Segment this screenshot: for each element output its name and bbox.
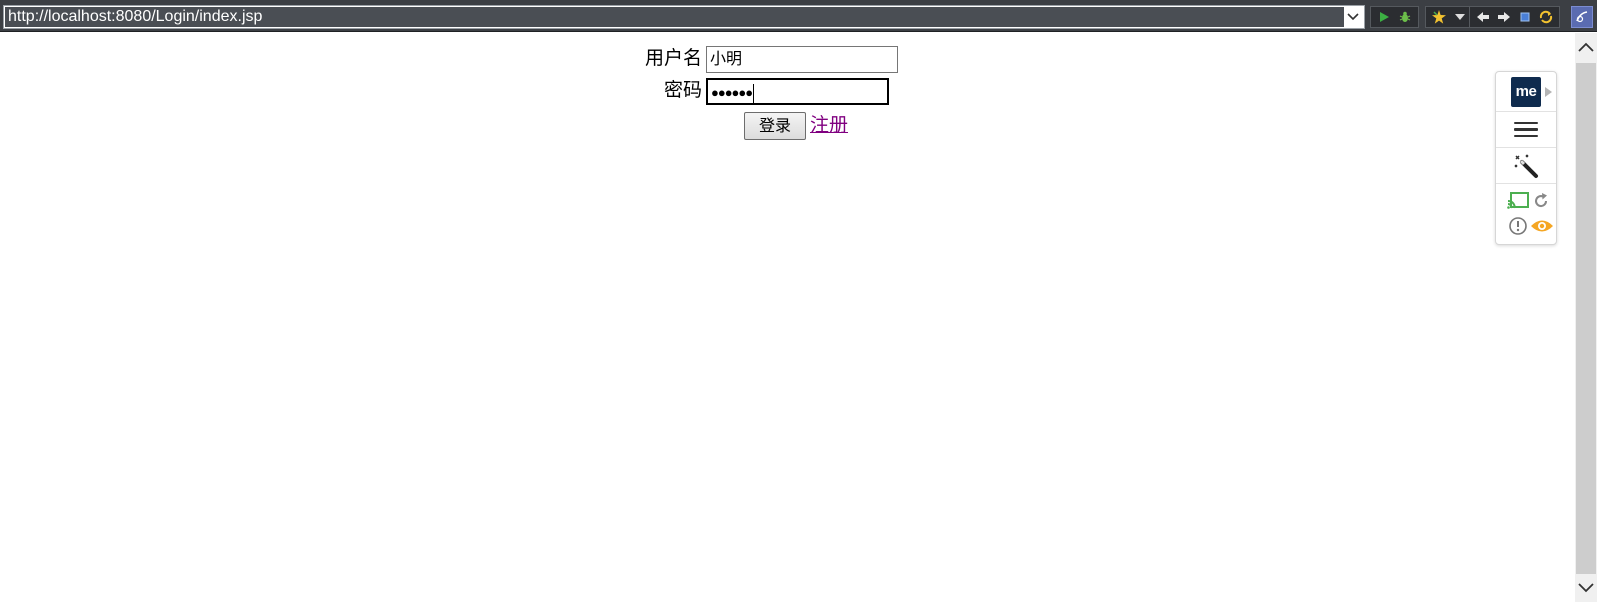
username-label: 用户名 bbox=[644, 47, 702, 69]
menu-row[interactable] bbox=[1496, 112, 1556, 148]
scrollbar-thumb[interactable] bbox=[1576, 63, 1596, 594]
username-input[interactable]: 小明 bbox=[706, 46, 898, 73]
scroll-up-chevron-icon[interactable] bbox=[1575, 33, 1597, 61]
me-logo: me bbox=[1511, 76, 1541, 107]
magic-wand-icon[interactable] bbox=[1512, 152, 1540, 180]
expand-arrow-icon[interactable] bbox=[1545, 87, 1552, 97]
login-button[interactable]: 登录 bbox=[744, 112, 806, 140]
password-label: 密码 bbox=[663, 79, 702, 101]
reload-icon[interactable] bbox=[1532, 192, 1550, 210]
register-link[interactable]: 注册 bbox=[810, 113, 848, 137]
text-caret bbox=[753, 83, 755, 104]
tools-grid bbox=[1496, 188, 1556, 242]
magic-wand-row[interactable] bbox=[1496, 148, 1556, 184]
password-masked-value: ●●●●●● bbox=[711, 85, 753, 100]
eye-icon[interactable] bbox=[1530, 217, 1554, 235]
vertical-scrollbar[interactable] bbox=[1575, 33, 1597, 602]
extension-side-panel: me bbox=[1495, 71, 1557, 245]
cast-icon[interactable] bbox=[1507, 192, 1529, 210]
hamburger-menu-icon[interactable] bbox=[1514, 121, 1538, 138]
alert-circle-icon[interactable] bbox=[1508, 216, 1528, 236]
scroll-down-chevron-icon[interactable] bbox=[1575, 574, 1597, 602]
password-input[interactable]: ●●●●●● bbox=[706, 78, 889, 105]
login-form: 用户名 小明 密码 ●●●●●● 登录 注册 bbox=[0, 0, 1597, 602]
me-logo-row[interactable]: me bbox=[1496, 72, 1556, 112]
